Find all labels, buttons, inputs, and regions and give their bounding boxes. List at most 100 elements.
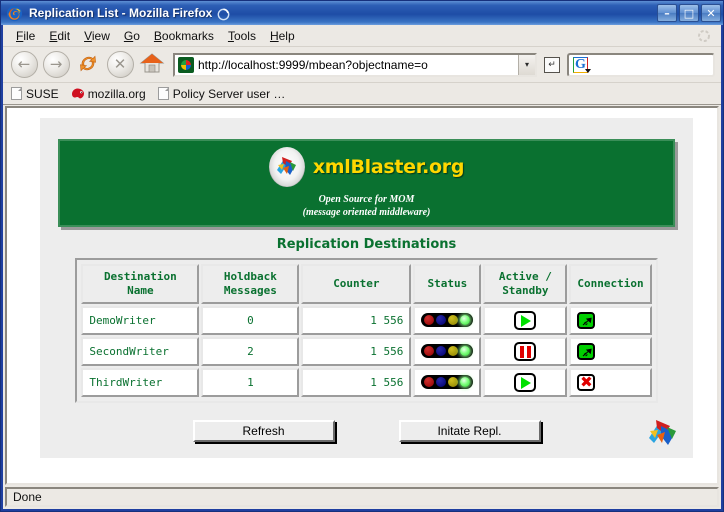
status-lamp-bar (421, 344, 474, 358)
menu-label-file: ile (23, 28, 36, 43)
browser-window: Replication List - Mozilla Firefox – □ ✕… (0, 0, 724, 512)
banner-brand-text: xmlBlaster.org (312, 156, 465, 178)
google-search-engine-icon[interactable]: G (573, 56, 591, 73)
xmlblaster-banner: xmlBlaster.org Open Source for MOM (mess… (58, 139, 675, 227)
page-title: Replication Destinations (276, 237, 457, 252)
mozilla-icon (71, 87, 85, 100)
stop-icon: ✕ (106, 51, 134, 78)
lamp-red-icon (424, 346, 435, 356)
cell-counter: 1 556 (301, 337, 412, 366)
cell-destination-name: SecondWriter (81, 337, 200, 366)
lamp-blue-icon (436, 346, 447, 356)
pause-button[interactable] (514, 342, 537, 361)
column-header-status: Status (413, 264, 482, 304)
back-arrow-icon: ← (10, 51, 38, 78)
menu-accel-help: H (269, 28, 279, 43)
menu-item-view[interactable]: View (77, 27, 117, 45)
initiate-replication-button[interactable]: Initate Repl. (398, 420, 541, 442)
banner-tagline-line1: Open Source for MOM (318, 194, 415, 205)
cell-active-standby (483, 368, 568, 397)
bookmark-mozilla[interactable]: mozilla.org (71, 87, 146, 101)
document-icon (11, 87, 22, 100)
lamp-yellow-icon (448, 346, 459, 356)
menu-item-go[interactable]: Go (117, 27, 147, 45)
menu-accel-bookmarks: B (153, 28, 162, 43)
connected-icon[interactable] (577, 343, 596, 360)
cell-active-standby (483, 306, 568, 335)
lamp-green-lit-icon (460, 346, 471, 356)
menu-item-help[interactable]: Help (263, 27, 302, 45)
menu-label-go: o (133, 28, 140, 43)
cell-holdback-messages: 1 (201, 368, 300, 397)
reload-button[interactable] (73, 50, 103, 80)
play-button[interactable] (514, 311, 537, 330)
page-viewport: xmlBlaster.org Open Source for MOM (mess… (5, 106, 719, 485)
bookmark-suse[interactable]: SUSE (11, 87, 59, 101)
connected-icon[interactable] (577, 312, 596, 329)
firefox-logo-icon (6, 5, 23, 22)
bookmark-policy-server-user[interactable]: Policy Server user … (157, 86, 286, 101)
xmlblaster-footer-logo-icon (645, 416, 683, 450)
home-button[interactable] (137, 50, 167, 80)
lamp-green-lit-icon (460, 377, 471, 387)
cell-connection: ✖ (569, 368, 652, 397)
cell-counter: 1 556 (301, 306, 412, 335)
lamp-yellow-icon (448, 377, 459, 387)
menu-label-help: elp (278, 28, 295, 43)
table-body: DemoWriter 0 1 556 SecondWriter 2 1 556 … (81, 306, 652, 397)
play-icon (521, 314, 532, 327)
go-button[interactable]: ↵ (541, 54, 563, 76)
lamp-red-icon (424, 315, 435, 325)
column-header-destination-name: Destination Name (81, 264, 200, 304)
menu-label-edit: dit (57, 28, 71, 43)
table-row: DemoWriter 0 1 556 (81, 306, 652, 335)
status-bar: Done (5, 487, 719, 507)
lamp-blue-icon (436, 315, 447, 325)
bookmark-label-policy-server-user: Policy Server user … (172, 86, 286, 101)
menu-item-file[interactable]: File (9, 27, 42, 45)
search-bar[interactable]: G (567, 52, 715, 77)
menu-item-bookmarks[interactable]: Bookmarks (147, 27, 221, 45)
banner-tagline-line2: (message oriented middleware) (302, 207, 431, 218)
cell-counter: 1 556 (301, 368, 412, 397)
minimize-button[interactable]: – (657, 4, 677, 22)
url-history-dropdown[interactable]: ▾ (518, 54, 535, 75)
cell-holdback-messages: 0 (201, 306, 300, 335)
cell-connection (569, 337, 652, 366)
cell-status (413, 368, 482, 397)
lamp-yellow-icon (448, 315, 459, 325)
cell-connection (569, 306, 652, 335)
menu-accel-view: V (84, 28, 92, 43)
status-lamp-bar (421, 313, 474, 327)
column-header-holdback-messages: Holdback Messages (201, 264, 300, 304)
table-row: SecondWriter 2 1 556 (81, 337, 652, 366)
menu-bar: File Edit View Go Bookmarks Tools Help (3, 25, 721, 47)
bookmark-label-mozilla: mozilla.org (87, 86, 146, 101)
menu-item-edit[interactable]: Edit (42, 27, 77, 45)
title-bar: Replication List - Mozilla Firefox – □ ✕ (1, 1, 723, 25)
cell-status (413, 306, 482, 335)
cell-holdback-messages: 2 (201, 337, 300, 366)
cell-destination-name: DemoWriter (81, 306, 200, 335)
menubar-throbber-icon (697, 29, 711, 43)
refresh-button[interactable]: Refresh (192, 420, 335, 442)
stop-button[interactable]: ✕ (105, 50, 135, 80)
url-bar[interactable]: http://localhost:9999/mbean?objectname=o… (173, 52, 537, 77)
maximize-button[interactable]: □ (679, 4, 699, 22)
url-input[interactable]: http://localhost:9999/mbean?objectname=o (198, 58, 518, 72)
status-text: Done (13, 490, 42, 504)
lamp-blue-icon (436, 377, 447, 387)
table-header-row: Destination Name Holdback Messages Count… (81, 264, 652, 304)
menu-label-bookmarks: ookmarks (161, 28, 214, 43)
menu-item-tools[interactable]: Tools (221, 27, 263, 45)
throbber-icon (216, 7, 231, 22)
play-button[interactable] (514, 373, 537, 392)
disconnected-icon[interactable]: ✖ (577, 374, 596, 391)
back-button[interactable]: ← (9, 50, 39, 80)
forward-button[interactable]: → (41, 50, 71, 80)
bookmark-label-suse: SUSE (26, 86, 59, 101)
column-header-counter: Counter (301, 264, 412, 304)
document-icon (157, 87, 169, 100)
page-content: xmlBlaster.org Open Source for MOM (mess… (40, 118, 693, 458)
close-button[interactable]: ✕ (701, 4, 721, 22)
